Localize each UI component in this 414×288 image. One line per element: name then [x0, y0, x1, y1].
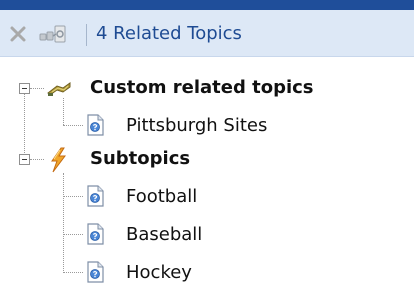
subtopics-collapse-toggle[interactable] — [19, 154, 30, 165]
hockey-connector — [63, 272, 83, 273]
custom-topics-icon — [46, 77, 71, 101]
topic-page-icon — [84, 222, 108, 246]
close-button[interactable] — [6, 20, 30, 48]
lightning-icon — [46, 147, 70, 173]
custom-topics-collapse-toggle[interactable] — [19, 83, 30, 94]
baseball-connector — [63, 234, 83, 235]
tree-root-line — [24, 88, 25, 159]
related-topics-count: 4 Related Topics — [96, 23, 242, 44]
close-x-icon — [10, 26, 26, 42]
custom-child-connector — [63, 125, 83, 126]
football-connector — [63, 196, 83, 197]
related-topics-tree[interactable]: Custom related topics Pittsburgh Sites S… — [0, 57, 414, 283]
subtopics-branch-line — [63, 173, 64, 273]
topic-baseball[interactable]: Baseball — [126, 223, 202, 247]
custom-branch-line — [63, 98, 64, 125]
custom-node-connector — [30, 88, 44, 89]
toolbar-separator — [86, 24, 87, 46]
topic-pittsburgh-sites[interactable]: Pittsburgh Sites — [126, 114, 267, 138]
link-topic-button[interactable] — [36, 20, 72, 48]
subtopics-node-connector — [30, 159, 44, 160]
related-topics-toolbar: 4 Related Topics — [0, 10, 414, 57]
link-topics-icon — [39, 25, 66, 43]
topic-football[interactable]: Football — [126, 185, 197, 209]
topic-page-icon — [84, 184, 108, 208]
subtopics-label[interactable]: Subtopics — [90, 147, 190, 171]
topic-page-icon — [84, 113, 108, 137]
topic-page-icon — [84, 260, 108, 284]
window-top-bar — [0, 0, 414, 10]
topic-hockey[interactable]: Hockey — [126, 261, 192, 285]
custom-related-topics-label[interactable]: Custom related topics — [90, 76, 314, 100]
